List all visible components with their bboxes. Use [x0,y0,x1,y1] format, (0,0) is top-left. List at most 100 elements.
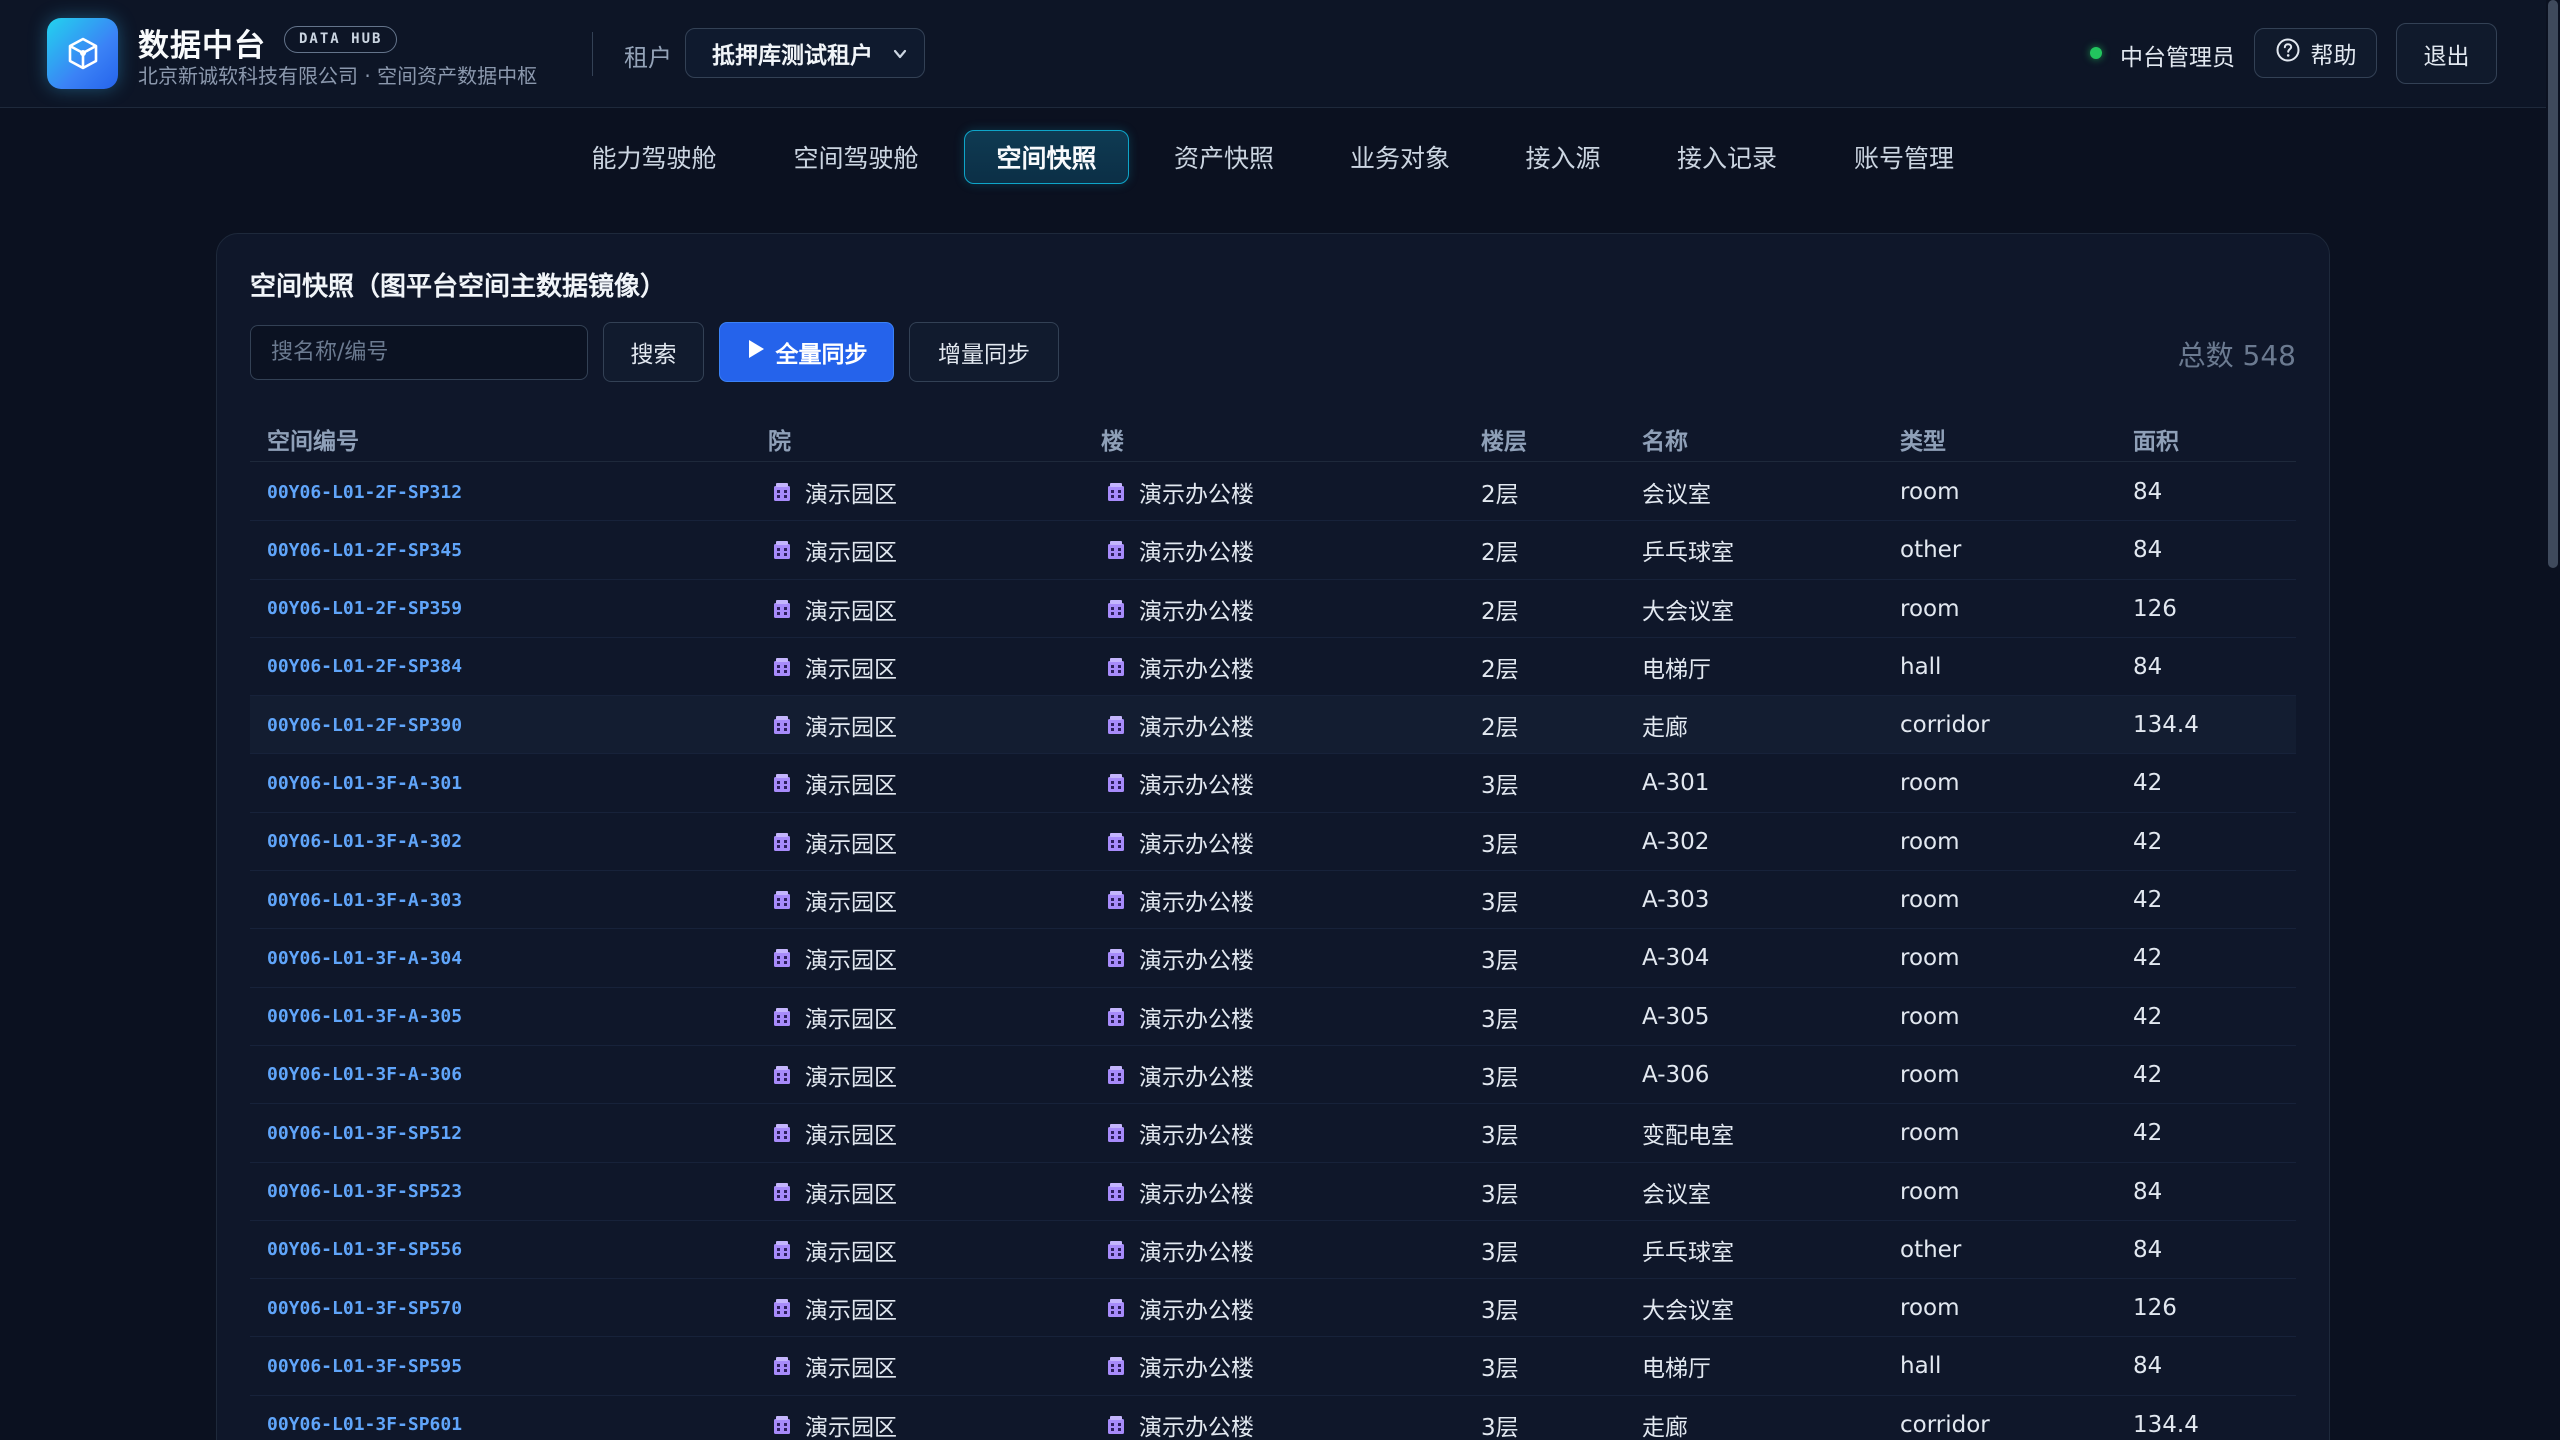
col-floor[interactable]: 楼层 [1481,422,1527,456]
table-row[interactable]: 00Y06-L01-3F-A-304 演示园区 演示办公楼 3层 A-304 room 42 [250,929,2296,988]
cell-name: 电梯厅 [1642,638,1711,696]
col-name[interactable]: 名称 [1642,422,1688,456]
cube-icon[interactable] [47,18,118,89]
logout-button[interactable]: 退出 [2396,23,2497,84]
table-row[interactable]: 00Y06-L01-3F-SP523 演示园区 演示办公楼 3层 会议室 room 84 [250,1163,2296,1221]
tab-capability-cockpit[interactable]: 能力驾驶舱 [572,130,736,184]
page-scrollbar-thumb[interactable] [2548,0,2558,568]
cell-space-code[interactable]: 00Y06-L01-2F-SP390 [267,696,462,754]
cell-building: 演示办公楼 [1105,1337,1254,1395]
cell-space-code[interactable]: 00Y06-L01-3F-A-303 [267,871,462,929]
col-area[interactable]: 面积 [2133,422,2179,456]
table-row[interactable]: 00Y06-L01-3F-SP512 演示园区 演示办公楼 3层 变配电室 room 42 [250,1104,2296,1163]
cell-space-code[interactable]: 00Y06-L01-2F-SP359 [267,580,462,638]
cell-name-text: 大会议室 [1642,1298,1734,1325]
cell-space-code[interactable]: 00Y06-L01-3F-SP556 [267,1221,462,1279]
tab-space-snapshot[interactable]: 空间快照 [964,130,1129,184]
table-row[interactable]: 00Y06-L01-3F-SP601 演示园区 演示办公楼 3层 走廊 corridor 1… [250,1396,2296,1440]
cell-type: other [1900,521,1961,579]
search-input[interactable] [250,325,588,380]
table-row[interactable]: 00Y06-L01-3F-SP556 演示园区 演示办公楼 3层 乒乓球室 other 84 [250,1221,2296,1280]
cell-space-code[interactable]: 00Y06-L01-3F-A-304 [267,929,462,987]
table-row[interactable]: 00Y06-L01-3F-A-301 演示园区 演示办公楼 3层 A-301 room 42 [250,754,2296,813]
cell-type: hall [1900,638,1941,696]
building-icon [1105,1297,1127,1319]
cell-space-code[interactable]: 00Y06-L01-3F-SP512 [267,1104,462,1162]
tab-account-management[interactable]: 账号管理 [1822,130,1986,184]
incremental-sync-button[interactable]: 增量同步 [909,322,1059,382]
building-icon [1105,1064,1127,1086]
cell-area-text: 42 [2133,1003,2163,1030]
cell-space-code[interactable]: 00Y06-L01-2F-SP312 [267,463,462,521]
cell-space-code[interactable]: 00Y06-L01-3F-A-305 [267,988,462,1046]
cell-building-text: 演示办公楼 [1139,656,1254,683]
cell-floor-text: 3层 [1481,1181,1519,1208]
cell-area-text: 84 [2133,1178,2163,1205]
col-building[interactable]: 楼 [1101,422,1124,456]
table-row[interactable]: 00Y06-L01-2F-SP312 演示园区 演示办公楼 2层 会议室 room 84 [250,463,2296,522]
building-icon [1105,539,1127,561]
building-icon [1105,656,1127,678]
building-icon [1105,772,1127,794]
table-row[interactable]: 00Y06-L01-3F-SP595 演示园区 演示办公楼 3层 电梯厅 hall 84 [250,1337,2296,1396]
table-row[interactable]: 00Y06-L01-3F-SP570 演示园区 演示办公楼 3层 大会议室 room 126 [250,1279,2296,1338]
cell-area-text: 134.4 [2133,1411,2199,1438]
cell-floor: 2层 [1481,521,1519,579]
cell-area: 42 [2133,1104,2162,1162]
table-row[interactable]: 00Y06-L01-3F-A-305 演示园区 演示办公楼 3层 A-305 room 42 [250,988,2296,1046]
search-button[interactable]: 搜索 [603,322,704,382]
table-row[interactable]: 00Y06-L01-3F-A-306 演示园区 演示办公楼 3层 A-306 room 42 [250,1046,2296,1105]
cell-campus: 演示园区 [771,929,897,987]
help-button[interactable]: 帮助 [2254,28,2377,78]
building-icon [771,831,793,853]
cell-campus: 演示园区 [771,696,897,754]
cell-space-code-text: 00Y06-L01-3F-A-306 [267,1064,463,1086]
tab-asset-snapshot[interactable]: 资产快照 [1142,130,1306,184]
cell-space-code[interactable]: 00Y06-L01-3F-A-302 [267,813,462,871]
table-row[interactable]: 00Y06-L01-2F-SP384 演示园区 演示办公楼 2层 电梯厅 hall 84 [250,638,2296,697]
cell-building: 演示办公楼 [1105,1279,1254,1337]
cell-space-code[interactable]: 00Y06-L01-3F-A-301 [267,754,462,812]
tab-access-sources[interactable]: 接入源 [1506,130,1620,184]
table-row[interactable]: 00Y06-L01-3F-A-302 演示园区 演示办公楼 3层 A-302 room 42 [250,813,2296,872]
cell-space-code[interactable]: 00Y06-L01-3F-SP570 [267,1279,462,1337]
cell-name-text: 电梯厅 [1642,1356,1711,1383]
table-row[interactable]: 00Y06-L01-2F-SP359 演示园区 演示办公楼 2层 大会议室 room 126 [250,580,2296,638]
cell-space-code[interactable]: 00Y06-L01-3F-SP523 [267,1163,462,1221]
cell-area-text: 42 [2133,770,2163,797]
cell-name: 走廊 [1642,696,1688,754]
cell-building: 演示办公楼 [1105,988,1254,1046]
tenant-select[interactable]: 抵押库测试租户 [685,28,925,78]
tab-access-records[interactable]: 接入记录 [1645,130,1809,184]
cell-campus-text: 演示园区 [805,1414,897,1440]
full-sync-button[interactable]: 全量同步 [719,322,894,382]
cell-type: hall [1900,1337,1941,1395]
cell-name-text: A-301 [1642,770,1710,797]
table-row[interactable]: 00Y06-L01-2F-SP390 演示园区 演示办公楼 2层 走廊 corridor 1… [250,696,2296,755]
cell-space-code[interactable]: 00Y06-L01-3F-SP601 [267,1396,462,1440]
tab-space-cockpit[interactable]: 空间驾驶舱 [774,130,938,184]
cell-space-code[interactable]: 00Y06-L01-3F-A-306 [267,1046,462,1104]
cell-space-code[interactable]: 00Y06-L01-3F-SP595 [267,1337,462,1395]
cell-building: 演示办公楼 [1105,871,1254,929]
cell-space-code[interactable]: 00Y06-L01-2F-SP384 [267,638,462,696]
cell-area-text: 42 [2133,1061,2163,1088]
tab-business-objects[interactable]: 业务对象 [1318,130,1482,184]
cell-campus: 演示园区 [771,580,897,638]
col-type[interactable]: 类型 [1900,422,1946,456]
building-icon [771,1122,793,1144]
cell-name: 乒乓球室 [1642,1221,1734,1279]
cell-space-code[interactable]: 00Y06-L01-2F-SP345 [267,521,462,579]
table-row[interactable]: 00Y06-L01-3F-A-303 演示园区 演示办公楼 3层 A-303 room 42 [250,871,2296,930]
building-icon [1105,714,1127,736]
cell-floor: 3层 [1481,1104,1519,1162]
table-row[interactable]: 00Y06-L01-2F-SP345 演示园区 演示办公楼 2层 乒乓球室 other 84 [250,521,2296,580]
col-campus[interactable]: 院 [768,422,791,456]
cell-campus-text: 演示园区 [805,1181,897,1208]
cell-building: 演示办公楼 [1105,1221,1254,1279]
building-icon [771,656,793,678]
cell-building-text: 演示办公楼 [1139,1298,1254,1325]
col-space-code[interactable]: 空间编号 [267,422,359,456]
cell-area: 84 [2133,638,2162,696]
cell-floor: 3层 [1481,1337,1519,1395]
